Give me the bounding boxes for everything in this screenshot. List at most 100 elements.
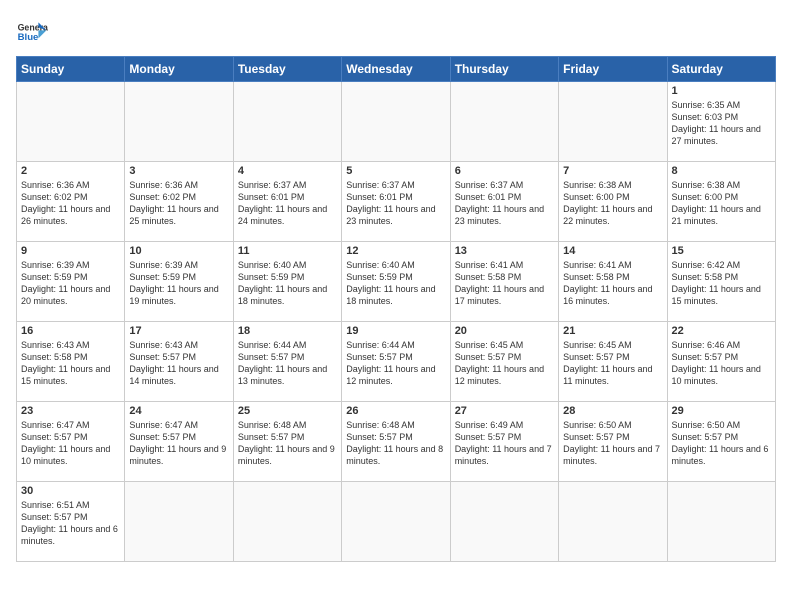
day-detail: Sunrise: 6:50 AMSunset: 5:57 PMDaylight:…	[672, 419, 771, 468]
calendar-cell: 21 Sunrise: 6:45 AMSunset: 5:57 PMDayligh…	[559, 322, 667, 402]
calendar-cell	[667, 482, 775, 562]
day-detail: Sunrise: 6:36 AMSunset: 6:02 PMDaylight:…	[21, 179, 120, 228]
day-number: 17	[129, 325, 228, 337]
day-detail: Sunrise: 6:36 AMSunset: 6:02 PMDaylight:…	[129, 179, 228, 228]
logo-icon: General Blue	[16, 16, 48, 48]
day-number: 2	[21, 165, 120, 177]
calendar-row: 2 Sunrise: 6:36 AMSunset: 6:02 PMDaylight…	[17, 162, 776, 242]
calendar-cell: 6 Sunrise: 6:37 AMSunset: 6:01 PMDaylight…	[450, 162, 558, 242]
day-detail: Sunrise: 6:38 AMSunset: 6:00 PMDaylight:…	[672, 179, 771, 228]
day-number: 6	[455, 165, 554, 177]
calendar-cell: 2 Sunrise: 6:36 AMSunset: 6:02 PMDaylight…	[17, 162, 125, 242]
calendar-cell: 3 Sunrise: 6:36 AMSunset: 6:02 PMDaylight…	[125, 162, 233, 242]
calendar-cell: 25 Sunrise: 6:48 AMSunset: 5:57 PMDayligh…	[233, 402, 341, 482]
calendar-cell: 30Sunrise: 6:51 AMSunset: 5:57 PMDayligh…	[17, 482, 125, 562]
day-detail: Sunrise: 6:45 AMSunset: 5:57 PMDaylight:…	[455, 339, 554, 388]
day-number: 1	[672, 85, 771, 97]
calendar-cell	[450, 82, 558, 162]
calendar-cell: 29 Sunrise: 6:50 AMSunset: 5:57 PMDayligh…	[667, 402, 775, 482]
day-detail: Sunrise: 6:37 AMSunset: 6:01 PMDaylight:…	[455, 179, 554, 228]
day-detail: Sunrise: 6:42 AMSunset: 5:58 PMDaylight:…	[672, 259, 771, 308]
calendar-row: 16 Sunrise: 6:43 AMSunset: 5:58 PMDayligh…	[17, 322, 776, 402]
day-detail: Sunrise: 6:43 AMSunset: 5:57 PMDaylight:…	[129, 339, 228, 388]
day-number: 8	[672, 165, 771, 177]
day-number: 29	[672, 405, 771, 417]
day-number: 26	[346, 405, 445, 417]
day-number: 14	[563, 245, 662, 257]
calendar-cell: 9 Sunrise: 6:39 AMSunset: 5:59 PMDaylight…	[17, 242, 125, 322]
calendar-cell: 15Sunrise: 6:42 AMSunset: 5:58 PMDayligh…	[667, 242, 775, 322]
day-detail: Sunrise: 6:40 AMSunset: 5:59 PMDaylight:…	[238, 259, 337, 308]
calendar-cell	[342, 482, 450, 562]
day-number: 21	[563, 325, 662, 337]
day-number: 16	[21, 325, 120, 337]
weekday-header: Friday	[559, 57, 667, 82]
day-number: 18	[238, 325, 337, 337]
day-number: 13	[455, 245, 554, 257]
calendar-cell	[233, 482, 341, 562]
calendar-cell: 20Sunrise: 6:45 AMSunset: 5:57 PMDayligh…	[450, 322, 558, 402]
day-number: 24	[129, 405, 228, 417]
calendar-cell: 23 Sunrise: 6:47 AMSunset: 5:57 PMDayligh…	[17, 402, 125, 482]
calendar-cell	[233, 82, 341, 162]
day-number: 11	[238, 245, 337, 257]
day-number: 12	[346, 245, 445, 257]
calendar-cell: 10Sunrise: 6:39 AMSunset: 5:59 PMDayligh…	[125, 242, 233, 322]
day-number: 27	[455, 405, 554, 417]
calendar-cell: 22 Sunrise: 6:46 AMSunset: 5:57 PMDayligh…	[667, 322, 775, 402]
calendar-row: 30Sunrise: 6:51 AMSunset: 5:57 PMDayligh…	[17, 482, 776, 562]
day-number: 23	[21, 405, 120, 417]
calendar-cell	[125, 482, 233, 562]
day-detail: Sunrise: 6:43 AMSunset: 5:58 PMDaylight:…	[21, 339, 120, 388]
day-detail: Sunrise: 6:41 AMSunset: 5:58 PMDaylight:…	[563, 259, 662, 308]
day-detail: Sunrise: 6:40 AMSunset: 5:59 PMDaylight:…	[346, 259, 445, 308]
day-number: 9	[21, 245, 120, 257]
calendar-cell: 24 Sunrise: 6:47 AMSunset: 5:57 PMDayligh…	[125, 402, 233, 482]
weekday-header: Wednesday	[342, 57, 450, 82]
day-number: 25	[238, 405, 337, 417]
weekday-header: Tuesday	[233, 57, 341, 82]
day-detail: Sunrise: 6:49 AMSunset: 5:57 PMDaylight:…	[455, 419, 554, 468]
calendar-cell: 28 Sunrise: 6:50 AMSunset: 5:57 PMDayligh…	[559, 402, 667, 482]
weekday-header: Thursday	[450, 57, 558, 82]
day-detail: Sunrise: 6:35 AMSunset: 6:03 PMDaylight:…	[672, 99, 771, 148]
day-detail: Sunrise: 6:45 AMSunset: 5:57 PMDaylight:…	[563, 339, 662, 388]
calendar-cell	[342, 82, 450, 162]
weekday-header: Monday	[125, 57, 233, 82]
calendar-cell: 11 Sunrise: 6:40 AMSunset: 5:59 PMDayligh…	[233, 242, 341, 322]
day-detail: Sunrise: 6:39 AMSunset: 5:59 PMDaylight:…	[21, 259, 120, 308]
day-detail: Sunrise: 6:48 AMSunset: 5:57 PMDaylight:…	[346, 419, 445, 468]
calendar-cell: 16 Sunrise: 6:43 AMSunset: 5:58 PMDayligh…	[17, 322, 125, 402]
day-detail: Sunrise: 6:47 AMSunset: 5:57 PMDaylight:…	[129, 419, 228, 468]
calendar-cell: 17 Sunrise: 6:43 AMSunset: 5:57 PMDayligh…	[125, 322, 233, 402]
calendar-cell: 12 Sunrise: 6:40 AMSunset: 5:59 PMDayligh…	[342, 242, 450, 322]
day-detail: Sunrise: 6:47 AMSunset: 5:57 PMDaylight:…	[21, 419, 120, 468]
calendar-cell: 27 Sunrise: 6:49 AMSunset: 5:57 PMDayligh…	[450, 402, 558, 482]
svg-text:Blue: Blue	[18, 32, 39, 43]
day-detail: Sunrise: 6:48 AMSunset: 5:57 PMDaylight:…	[238, 419, 337, 468]
calendar-cell	[559, 82, 667, 162]
calendar-cell: 5 Sunrise: 6:37 AMSunset: 6:01 PMDaylight…	[342, 162, 450, 242]
day-number: 28	[563, 405, 662, 417]
calendar-cell: 4Sunrise: 6:37 AMSunset: 6:01 PMDaylight…	[233, 162, 341, 242]
calendar-cell: 19Sunrise: 6:44 AMSunset: 5:57 PMDayligh…	[342, 322, 450, 402]
day-detail: Sunrise: 6:39 AMSunset: 5:59 PMDaylight:…	[129, 259, 228, 308]
day-number: 22	[672, 325, 771, 337]
day-detail: Sunrise: 6:37 AMSunset: 6:01 PMDaylight:…	[346, 179, 445, 228]
calendar-cell: 7Sunrise: 6:38 AMSunset: 6:00 PMDaylight…	[559, 162, 667, 242]
day-detail: Sunrise: 6:50 AMSunset: 5:57 PMDaylight:…	[563, 419, 662, 468]
day-number: 3	[129, 165, 228, 177]
day-number: 5	[346, 165, 445, 177]
day-number: 30	[21, 485, 120, 497]
calendar-cell: 14 Sunrise: 6:41 AMSunset: 5:58 PMDayligh…	[559, 242, 667, 322]
calendar-cell: 8 Sunrise: 6:38 AMSunset: 6:00 PMDaylight…	[667, 162, 775, 242]
calendar-table: SundayMondayTuesdayWednesdayThursdayFrid…	[16, 56, 776, 562]
calendar-row: 23 Sunrise: 6:47 AMSunset: 5:57 PMDayligh…	[17, 402, 776, 482]
logo: General Blue	[16, 16, 48, 48]
calendar-cell	[450, 482, 558, 562]
day-detail: Sunrise: 6:41 AMSunset: 5:58 PMDaylight:…	[455, 259, 554, 308]
calendar-cell: 18Sunrise: 6:44 AMSunset: 5:57 PMDayligh…	[233, 322, 341, 402]
calendar-cell: 1 Sunrise: 6:35 AMSunset: 6:03 PMDaylight…	[667, 82, 775, 162]
day-detail: Sunrise: 6:46 AMSunset: 5:57 PMDaylight:…	[672, 339, 771, 388]
day-detail: Sunrise: 6:38 AMSunset: 6:00 PMDaylight:…	[563, 179, 662, 228]
